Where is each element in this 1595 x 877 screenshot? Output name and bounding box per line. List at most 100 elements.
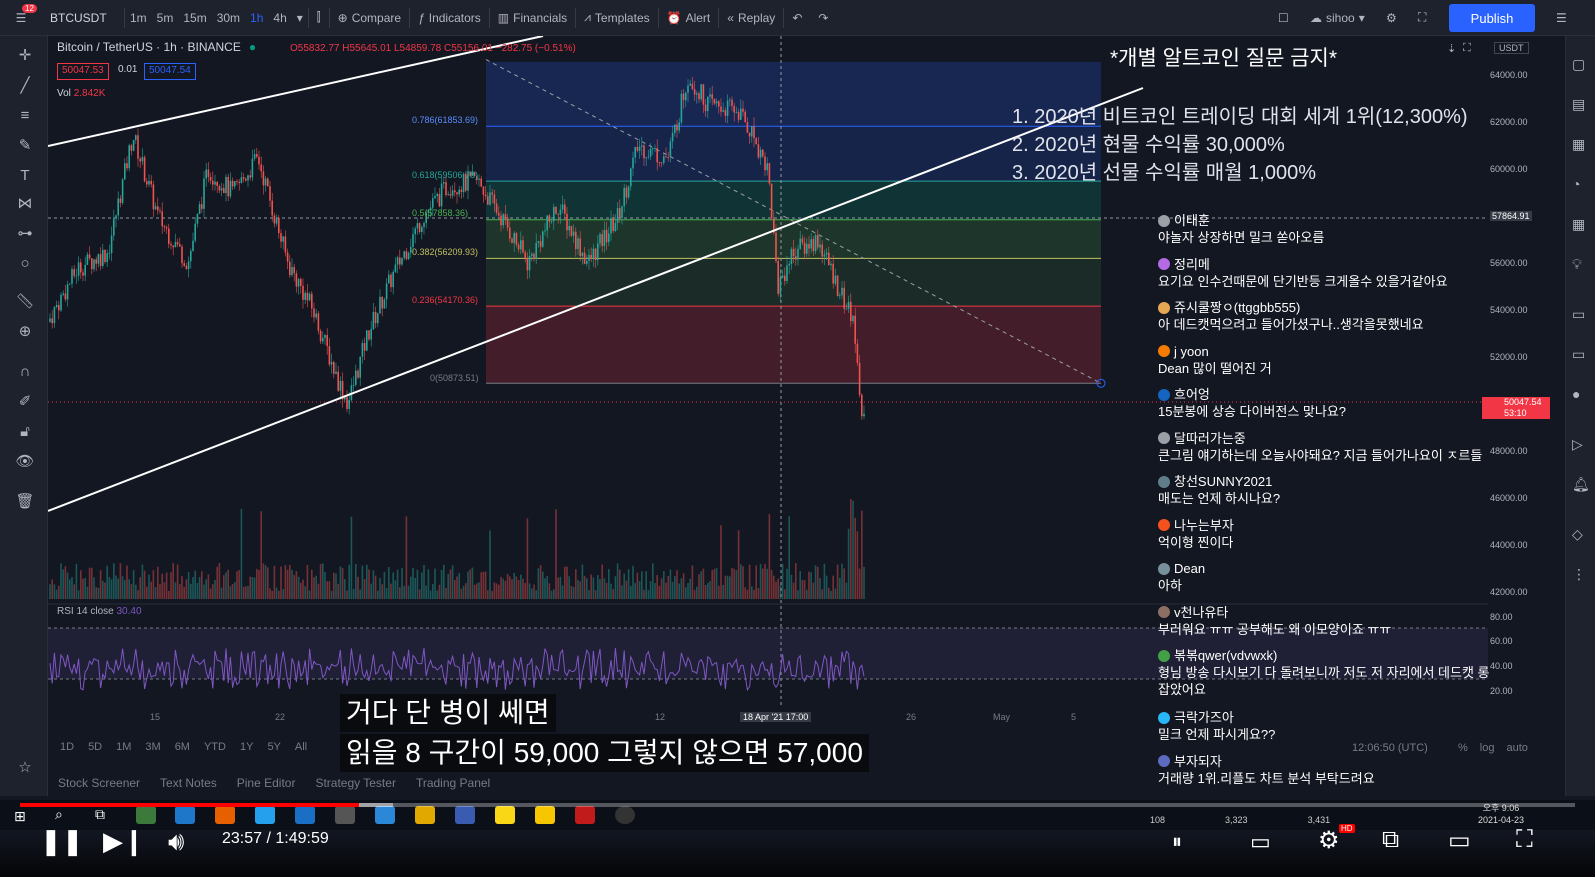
alert-button[interactable]: ⏰ Alert	[659, 0, 719, 36]
symbol-search[interactable]: BTCUSDT	[42, 0, 124, 36]
range-3m[interactable]: 3M	[145, 741, 160, 753]
trash-icon[interactable]: 🗑︎	[14, 490, 36, 512]
pause-icon[interactable]: ❚❚	[40, 826, 84, 857]
app-icon[interactable]	[335, 806, 355, 824]
autoplay-toggle[interactable]: ⏸	[1172, 831, 1182, 854]
tab-pine-editor[interactable]: Pine Editor	[227, 776, 306, 790]
next-icon[interactable]: ▶❙	[103, 826, 145, 857]
mail-icon[interactable]	[375, 806, 395, 824]
settings-gear-icon[interactable]: ⚙	[1318, 826, 1340, 855]
pattern-icon[interactable]: ⋈	[14, 192, 36, 214]
redo-button[interactable]: ↷	[810, 0, 836, 36]
range-1d[interactable]: 1D	[60, 741, 74, 753]
stream-icon[interactable]: ▷	[1572, 436, 1592, 456]
tab-stock-screener[interactable]: Stock Screener	[48, 776, 150, 790]
trendline-icon[interactable]: ╱	[14, 74, 36, 96]
firefox-icon[interactable]	[215, 806, 235, 824]
text-icon[interactable]: T	[14, 164, 36, 186]
undo-button[interactable]: ↶	[784, 0, 810, 36]
settings-button[interactable]: ⚙	[1378, 0, 1405, 36]
ruler-icon[interactable]: 📏︎	[14, 290, 36, 312]
sticky-notes-icon[interactable]	[535, 806, 555, 824]
range-5y[interactable]: 5Y	[267, 741, 280, 753]
indicators-button[interactable]: ƒ Indicators	[410, 0, 489, 36]
interval-4h[interactable]: 4h	[268, 0, 291, 36]
calendar-icon[interactable]: ▦	[1572, 136, 1592, 156]
theater-mode-icon[interactable]: ▭	[1448, 826, 1471, 855]
compare-button[interactable]: ⊕ Compare	[330, 0, 409, 36]
chat-author[interactable]: j yoon	[1158, 343, 1498, 360]
brush-icon[interactable]: ✎	[14, 134, 36, 156]
folder-icon[interactable]	[415, 806, 435, 824]
chart-type-button[interactable]: ⫿	[309, 0, 329, 36]
options-icon[interactable]: ⋮	[1572, 566, 1592, 586]
fullscreen-button[interactable]: ⛶	[1410, 0, 1434, 36]
task-view-icon[interactable]: ⧉	[95, 806, 115, 824]
range-1m[interactable]: 1M	[116, 741, 131, 753]
interval-1m[interactable]: 1m	[125, 0, 152, 36]
range-5d[interactable]: 5D	[88, 741, 102, 753]
range-all[interactable]: All	[295, 741, 307, 753]
telegram-icon[interactable]	[255, 806, 275, 824]
interval-15m[interactable]: 15m	[178, 0, 211, 36]
chat-author[interactable]: 이태훈	[1158, 212, 1498, 229]
search-icon[interactable]: ⌕	[55, 806, 75, 824]
templates-button[interactable]: ⩘ Templates	[576, 0, 657, 36]
grid-icon[interactable]: ▦	[1572, 216, 1592, 236]
layers-icon[interactable]: ◇	[1572, 526, 1592, 546]
star-icon[interactable]: ☆	[14, 756, 36, 778]
subtitles-icon[interactable]: ▭	[1250, 829, 1271, 855]
news-badge-icon[interactable]: ●	[1572, 386, 1592, 406]
chat-author[interactable]: 흐어엉	[1158, 386, 1498, 403]
range-ytd[interactable]: YTD	[204, 741, 226, 753]
chat-icon[interactable]: ▢	[1572, 56, 1592, 76]
stay-drawing-icon[interactable]: ✐	[14, 390, 36, 412]
obs-icon[interactable]	[615, 806, 635, 824]
horizontal-lines-icon[interactable]: ≡	[14, 104, 36, 126]
fullscreen-small-icon[interactable]: ⛶	[1463, 42, 1471, 55]
zoom-icon[interactable]: ⊕	[14, 320, 36, 342]
interval-30m[interactable]: 30m	[212, 0, 245, 36]
chrome-icon[interactable]	[136, 806, 156, 824]
buy-price[interactable]: 50047.54	[144, 63, 196, 80]
replay-button[interactable]: «Replay	[719, 0, 783, 36]
arrow-down-icon[interactable]: ⇣	[1447, 42, 1456, 55]
trading-app-icon[interactable]	[575, 806, 595, 824]
volume-icon[interactable]: 🔊︎	[168, 826, 184, 858]
watchlist-button[interactable]: ☰	[1548, 0, 1575, 36]
chat-author[interactable]: 쥬시쿨짱ㅇ(ttggbb555)	[1158, 299, 1498, 316]
tab-trading-panel[interactable]: Trading Panel	[406, 776, 500, 790]
clock-icon[interactable]: ◔	[1572, 176, 1592, 196]
eye-icon[interactable]: 👁︎	[14, 450, 36, 472]
sell-price[interactable]: 50047.53	[57, 63, 109, 80]
tab-text-notes[interactable]: Text Notes	[150, 776, 227, 790]
bell-icon[interactable]: 🔔︎	[1572, 476, 1592, 496]
progress-bar[interactable]	[20, 803, 1575, 807]
chat-author[interactable]: v천나유타	[1158, 604, 1498, 621]
comment-icon[interactable]: ▭	[1572, 306, 1592, 326]
prediction-icon[interactable]: ⊶	[14, 222, 36, 244]
currency-label[interactable]: USDT	[1494, 42, 1529, 54]
chat-author[interactable]: 볶볶qwer(vdvwxk)	[1158, 647, 1498, 664]
interval-dropdown-icon[interactable]: ▾	[292, 0, 308, 36]
crosshair-icon[interactable]: ✛	[14, 44, 36, 66]
calculator-icon[interactable]	[455, 806, 475, 824]
ellipse-icon[interactable]: ○	[14, 252, 36, 274]
interval-5m[interactable]: 5m	[152, 0, 179, 36]
edge-icon[interactable]	[175, 806, 195, 824]
chat-author[interactable]: 정리메	[1158, 256, 1498, 273]
interval-1h[interactable]: 1h	[245, 0, 268, 36]
lightbulb-icon[interactable]: 💡︎	[1572, 256, 1592, 276]
chat-author[interactable]: 달따러가는중	[1158, 430, 1498, 447]
ie-icon[interactable]	[295, 806, 315, 824]
lock-icon[interactable]: 🔓︎	[14, 420, 36, 442]
miniplayer-icon[interactable]: ⧉	[1382, 826, 1399, 854]
menu-button[interactable]: ☰ 12	[0, 0, 42, 36]
chat-author[interactable]: 나누는부자	[1158, 517, 1498, 534]
kakaotalk-icon[interactable]	[495, 806, 515, 824]
range-6m[interactable]: 6M	[175, 741, 190, 753]
tab-strategy-tester[interactable]: Strategy Tester	[305, 776, 405, 790]
windows-start-icon[interactable]: ⊞	[14, 808, 34, 826]
magnet-icon[interactable]: ∩	[14, 360, 36, 382]
chat-author[interactable]: 극락가즈아	[1158, 709, 1498, 726]
